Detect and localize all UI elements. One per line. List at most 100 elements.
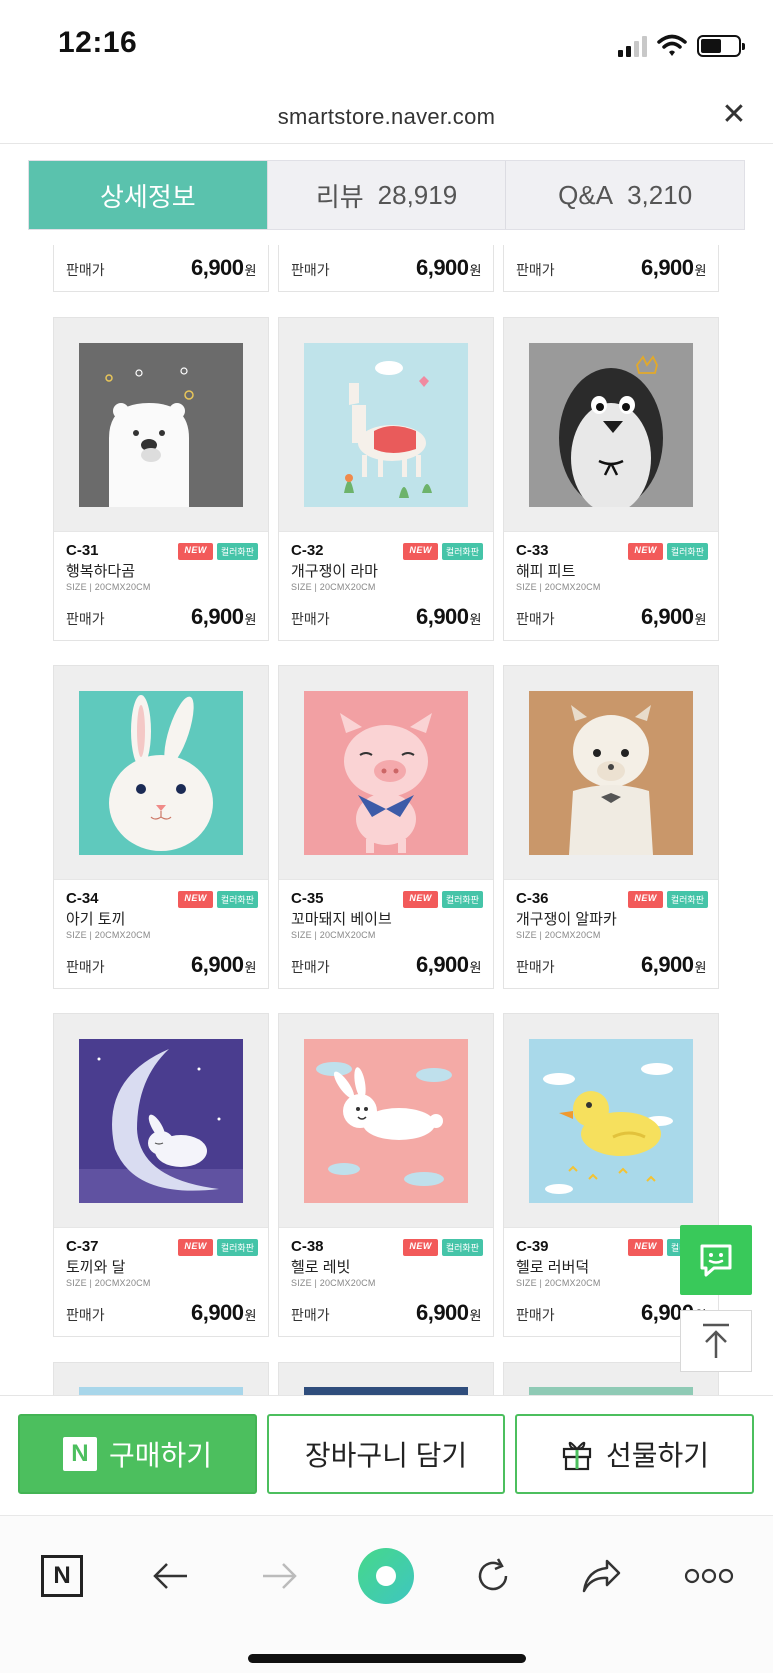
product-card-partial[interactable]: 판매가 6,900원 — [53, 245, 269, 292]
product-thumbnail — [79, 1039, 243, 1203]
naver-n-icon: N — [62, 1437, 97, 1471]
reload-button[interactable] — [463, 1546, 523, 1606]
product-size: SIZE | 20CMX20CM — [516, 1278, 601, 1288]
tab-details[interactable]: 상세정보 — [29, 161, 267, 229]
new-badge: NEW — [403, 891, 438, 908]
green-dot-icon — [358, 1548, 414, 1604]
product-size: SIZE | 20CMX20CM — [516, 582, 601, 592]
new-badge: NEW — [628, 1239, 663, 1256]
product-info: C-31 NEW 컬러화판 행복하다곰 SIZE | 20CMX20CM 판매가 6,900… — [54, 532, 268, 640]
forward-button[interactable] — [249, 1546, 309, 1606]
add-to-cart-button[interactable]: 장바구니 담기 — [267, 1414, 505, 1494]
new-badge: NEW — [403, 543, 438, 560]
color-canvas-badge: 컬러화판 — [666, 891, 708, 908]
status-time: 12:16 — [58, 26, 138, 59]
price-value: 6,900원 — [415, 1300, 482, 1325]
product-badges: NEW컬러화판 — [403, 1239, 483, 1256]
wifi-icon — [657, 34, 687, 56]
product-name: 헬로 레빗 — [291, 1259, 351, 1276]
product-thumbnail-frame — [54, 666, 268, 880]
price-row: 판매가6,900원 — [516, 952, 707, 978]
tab-label: 상세정보 — [99, 181, 196, 212]
tab-qna[interactable]: Q&A 3,210 — [505, 161, 744, 229]
buy-button[interactable]: N 구매하기 — [18, 1414, 257, 1494]
purchase-bar: N 구매하기 장바구니 담기 선물하기 — [0, 1395, 773, 1515]
price-row: 판매가6,900원 — [516, 604, 707, 630]
back-button[interactable] — [141, 1546, 201, 1606]
price-row: 판매가6,900원 — [66, 604, 257, 630]
product-thumbnail — [79, 343, 243, 507]
price-row: 판매가6,900원 — [516, 1300, 707, 1326]
price-label: 판매가 — [291, 959, 330, 975]
product-thumbnail — [304, 1387, 468, 1395]
close-icon[interactable]: ✕ — [719, 100, 749, 130]
product-info: C-36 NEW 컬러화판 개구쟁이 알파카 SIZE | 20CMX20CM 판매가 6,… — [504, 880, 718, 988]
more-button[interactable] — [679, 1546, 739, 1606]
product-card[interactable]: C-36 NEW 컬러화판 개구쟁이 알파카 SIZE | 20CMX20CM 판매가 6,… — [503, 665, 719, 989]
product-badges: NEW컬러화판 — [178, 1239, 258, 1256]
product-thumbnail-frame — [504, 1014, 718, 1228]
product-badges: NEW컬러화판 — [178, 891, 258, 908]
price-value: 6,900원 — [415, 952, 482, 977]
product-card[interactable]: C-33 NEW 컬러화판 해피 피트 SIZE | 20CMX20CM 판매가 6,900… — [503, 317, 719, 641]
price-label: 판매가 — [291, 611, 330, 627]
price-row: 판매가6,900원 — [66, 1300, 257, 1326]
product-info: C-33 NEW 컬러화판 해피 피트 SIZE | 20CMX20CM 판매가 6,900… — [504, 532, 718, 640]
new-badge: NEW — [628, 891, 663, 908]
product-card[interactable]: C-37 NEW 컬러화판 토끼와 달 SIZE | 20CMX20CM 판매가 6,900… — [53, 1013, 269, 1337]
price-label: 판매가 — [291, 1307, 330, 1323]
color-canvas-badge: 컬러화판 — [441, 891, 483, 908]
share-button[interactable] — [571, 1546, 631, 1606]
url-text: smartstore.naver.com — [277, 104, 496, 129]
product-size: SIZE | 20CMX20CM — [66, 1278, 151, 1288]
product-card-partial[interactable]: 판매가 6,900원 — [503, 245, 719, 292]
price-value: 6,900원 — [640, 952, 707, 977]
product-card[interactable]: C-34 NEW 컬러화판 아기 토끼 SIZE | 20CMX20CM 판매가 6,900… — [53, 665, 269, 989]
scroll-top-button[interactable] — [680, 1310, 752, 1372]
product-thumbnail — [529, 691, 693, 855]
price-label: 판매가 — [516, 262, 555, 278]
naver-home-icon: N — [41, 1555, 83, 1597]
product-thumbnail-frame — [279, 1014, 493, 1228]
naver-home-button[interactable]: N — [32, 1546, 92, 1606]
price-row: 판매가6,900원 — [66, 952, 257, 978]
cart-label: 장바구니 담기 — [304, 1440, 468, 1471]
gift-button[interactable]: 선물하기 — [515, 1414, 754, 1494]
new-badge: NEW — [178, 543, 213, 560]
product-card-partial[interactable]: 판매가 6,900원 — [278, 245, 494, 292]
product-thumbnail-frame — [279, 666, 493, 880]
color-canvas-badge: 컬러화판 — [441, 1239, 483, 1256]
new-badge: NEW — [178, 1239, 213, 1256]
price-label: 판매가 — [66, 1307, 105, 1323]
price-row: 판매가 6,900원 — [291, 255, 482, 281]
tab-label: Q&A — [558, 179, 614, 210]
product-thumbnail — [304, 343, 468, 507]
product-card[interactable]: C-31 NEW 컬러화판 행복하다곰 SIZE | 20CMX20CM 판매가 6,900… — [53, 317, 269, 641]
product-name: 아기 토끼 — [66, 911, 126, 928]
product-size: SIZE | 20CMX20CM — [66, 930, 151, 940]
product-size: SIZE | 20CMX20CM — [66, 582, 151, 592]
product-thumbnail — [79, 691, 243, 855]
product-card[interactable]: C-32 NEW 컬러화판 개구쟁이 라마 SIZE | 20CMX20CM 판매가 6,9… — [278, 317, 494, 641]
chat-icon — [700, 1244, 732, 1277]
price-label: 판매가 — [516, 611, 555, 627]
color-canvas-badge: 컬러화판 — [441, 543, 483, 560]
product-info: C-37 NEW 컬러화판 토끼와 달 SIZE | 20CMX20CM 판매가 6,900… — [54, 1228, 268, 1336]
chat-button[interactable] — [680, 1225, 752, 1295]
product-name: 해피 피트 — [516, 563, 576, 580]
product-card[interactable]: C-35 NEW 컬러화판 꼬마돼지 베이브 SIZE | 20CMX20CM 판매가 6,… — [278, 665, 494, 989]
product-badges: NEW컬러화판 — [403, 543, 483, 560]
green-dot-button[interactable] — [356, 1546, 416, 1606]
price-value: 6,900원 — [190, 255, 257, 280]
buy-label: 구매하기 — [108, 1440, 213, 1471]
browser-toolbar: N — [0, 1515, 773, 1673]
price-label: 판매가 — [66, 611, 105, 627]
tab-count: 28,919 — [377, 179, 458, 210]
tab-reviews[interactable]: 리뷰 28,919 — [266, 161, 506, 229]
home-indicator — [248, 1654, 526, 1663]
product-card-peek[interactable] — [53, 1362, 269, 1395]
cellular-signal-icon — [618, 35, 647, 57]
new-badge: NEW — [178, 891, 213, 908]
product-card-peek[interactable] — [278, 1362, 494, 1395]
product-card[interactable]: C-38 NEW 컬러화판 헬로 레빗 SIZE | 20CMX20CM 판매가 6,900… — [278, 1013, 494, 1337]
